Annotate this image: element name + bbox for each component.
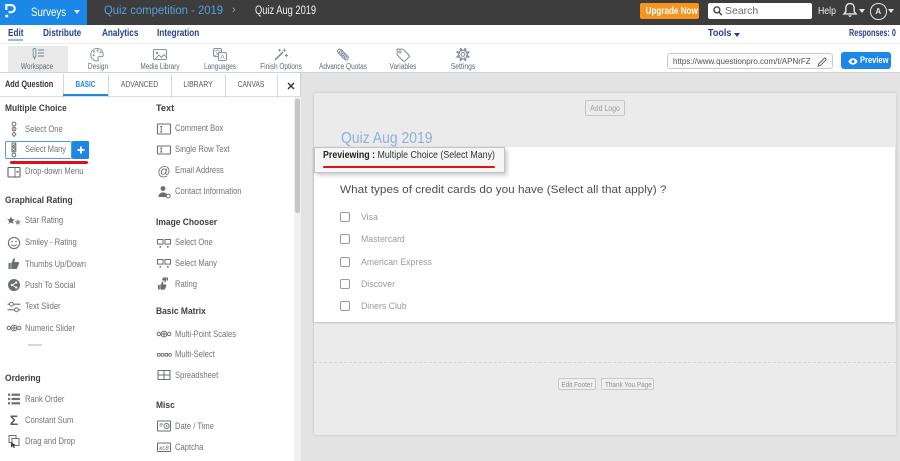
svg-text:A: A (220, 54, 225, 61)
svg-text:@: @ (157, 163, 170, 178)
svg-text:Σ: Σ (9, 412, 17, 428)
svg-text:κc8: κc8 (159, 446, 169, 452)
